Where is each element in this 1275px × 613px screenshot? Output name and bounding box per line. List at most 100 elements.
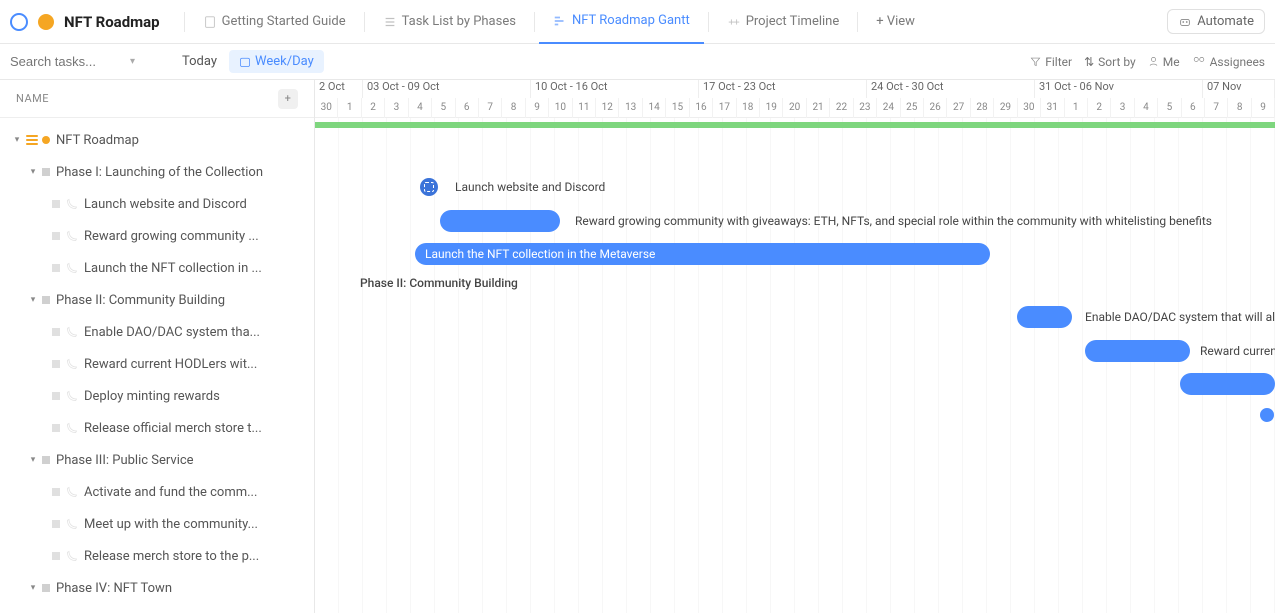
- app-logo-icon[interactable]: [10, 13, 28, 31]
- task-row[interactable]: Release merch store to the p...: [0, 540, 314, 572]
- assignees-label: Assignees: [1210, 55, 1265, 69]
- task-label: Reward current HODLers wit...: [84, 357, 257, 372]
- task-label: Release merch store to the p...: [84, 549, 259, 564]
- weekday-toggle[interactable]: Week/Day: [229, 50, 324, 73]
- tab-task-list[interactable]: Task List by Phases: [369, 0, 530, 44]
- day-header: 9: [526, 98, 549, 118]
- task-label: Launch website and Discord: [84, 197, 247, 212]
- day-header: 14: [643, 98, 666, 118]
- tab-timeline[interactable]: Project Timeline: [713, 0, 854, 44]
- filter-button[interactable]: Filter: [1030, 55, 1072, 69]
- week-header: 24 Oct - 30 Oct: [867, 80, 1035, 98]
- search-input[interactable]: [10, 54, 130, 69]
- day-header: 17: [713, 98, 736, 118]
- week-header: 2 Oct: [315, 80, 363, 98]
- day-header: 5: [1158, 98, 1181, 118]
- today-button[interactable]: Today: [182, 54, 217, 69]
- day-header: 9: [1252, 98, 1275, 118]
- task-icon: [66, 550, 78, 562]
- phase-row[interactable]: ▾Phase III: Public Service: [0, 444, 314, 476]
- day-header: 10: [549, 98, 572, 118]
- tree-root[interactable]: ▾NFT Roadmap: [0, 124, 314, 156]
- task-row[interactable]: Reward current HODLers wit...: [0, 348, 314, 380]
- day-header: 25: [901, 98, 924, 118]
- sidebar-header: NAME +: [0, 80, 314, 118]
- sortby-button[interactable]: ⇅ Sort by: [1084, 55, 1136, 69]
- assignees-button[interactable]: Assignees: [1192, 55, 1265, 69]
- task-bar-label: Enable DAO/DAC system that will allow: [1085, 310, 1275, 324]
- task-label: Launch the NFT collection in ...: [84, 261, 262, 276]
- gantt-area[interactable]: 2 Oct03 Oct - 09 Oct10 Oct - 16 Oct17 Oc…: [315, 80, 1275, 613]
- project-summary-bar[interactable]: [315, 122, 1275, 128]
- task-row[interactable]: Meet up with the community...: [0, 508, 314, 540]
- add-column-button[interactable]: +: [278, 89, 298, 109]
- task-icon: [66, 486, 78, 498]
- tab-add-view[interactable]: + View: [862, 0, 929, 44]
- users-icon: [1192, 56, 1206, 67]
- task-row[interactable]: Deploy minting rewards: [0, 380, 314, 412]
- day-header: 27: [947, 98, 970, 118]
- week-header: 10 Oct - 16 Oct: [531, 80, 699, 98]
- filter-label: Filter: [1045, 55, 1072, 69]
- tab-label: + View: [876, 14, 915, 29]
- milestone[interactable]: [420, 178, 438, 196]
- task-icon: [66, 326, 78, 338]
- task-bar-label: Reward current: [1200, 344, 1275, 358]
- day-header: 8: [502, 98, 525, 118]
- day-header: 26: [924, 98, 947, 118]
- task-bar[interactable]: [1180, 373, 1275, 395]
- day-header: 1: [338, 98, 361, 118]
- day-header: 7: [479, 98, 502, 118]
- task-bar[interactable]: [440, 210, 560, 232]
- task-row[interactable]: Launch website and Discord: [0, 188, 314, 220]
- task-row[interactable]: Reward growing community ...: [0, 220, 314, 252]
- week-header: 07 Nov: [1203, 80, 1275, 98]
- filter-icon: [1030, 56, 1041, 67]
- task-bar[interactable]: [1017, 306, 1072, 328]
- day-header: 28: [971, 98, 994, 118]
- day-header: 19: [760, 98, 783, 118]
- week-header: 17 Oct - 23 Oct: [699, 80, 867, 98]
- task-bar[interactable]: Launch the NFT collection in the Metaver…: [415, 243, 990, 265]
- timeline-icon: [727, 15, 741, 29]
- task-row[interactable]: Release official merch store t...: [0, 412, 314, 444]
- divider: [184, 12, 185, 32]
- task-label: Release official merch store t...: [84, 421, 262, 436]
- day-header: 12: [596, 98, 619, 118]
- day-header: 13: [619, 98, 642, 118]
- task-row[interactable]: Launch the NFT collection in ...: [0, 252, 314, 284]
- phase-row[interactable]: ▾Phase I: Launching of the Collection: [0, 156, 314, 188]
- task-bar[interactable]: [1085, 340, 1190, 362]
- doc-icon: [203, 15, 217, 29]
- gantt-body[interactable]: Launch website and DiscordReward growing…: [315, 118, 1275, 613]
- automate-button[interactable]: Automate: [1167, 9, 1265, 34]
- day-header: 30: [315, 98, 338, 118]
- phase-row[interactable]: ▾Phase IV: NFT Town: [0, 572, 314, 604]
- day-header: 7: [1205, 98, 1228, 118]
- task-bar-label: Reward growing community with giveaways:…: [575, 214, 1212, 228]
- chevron-down-icon[interactable]: ▾: [130, 56, 135, 67]
- day-header: 18: [737, 98, 760, 118]
- search-box[interactable]: ▾: [10, 54, 170, 69]
- phase-label: Phase I: Launching of the Collection: [56, 165, 263, 180]
- day-header: 29: [994, 98, 1017, 118]
- task-row[interactable]: Activate and fund the comm...: [0, 476, 314, 508]
- list-icon: [383, 15, 397, 29]
- task-row[interactable]: Enable DAO/DAC system tha...: [0, 316, 314, 348]
- task-icon: [66, 230, 78, 242]
- gantt-header: 2 Oct03 Oct - 09 Oct10 Oct - 16 Oct17 Oc…: [315, 80, 1275, 118]
- phase-label: Phase III: Public Service: [56, 453, 194, 468]
- tab-gantt[interactable]: NFT Roadmap Gantt: [539, 0, 704, 44]
- task-label: Meet up with the community...: [84, 517, 258, 532]
- list-icon: [26, 135, 38, 145]
- sidebar: NAME + ▾NFT Roadmap▾Phase I: Launching o…: [0, 80, 315, 613]
- tab-getting-started[interactable]: Getting Started Guide: [189, 0, 360, 44]
- tab-label: Task List by Phases: [402, 14, 516, 29]
- me-button[interactable]: Me: [1148, 55, 1180, 69]
- task-bar[interactable]: [1260, 408, 1274, 422]
- task-label: Activate and fund the comm...: [84, 485, 257, 500]
- day-header: 22: [830, 98, 853, 118]
- phase-row[interactable]: ▾Phase II: Community Building: [0, 284, 314, 316]
- phase-label-gantt: Phase II: Community Building: [360, 276, 518, 290]
- day-header: 16: [690, 98, 713, 118]
